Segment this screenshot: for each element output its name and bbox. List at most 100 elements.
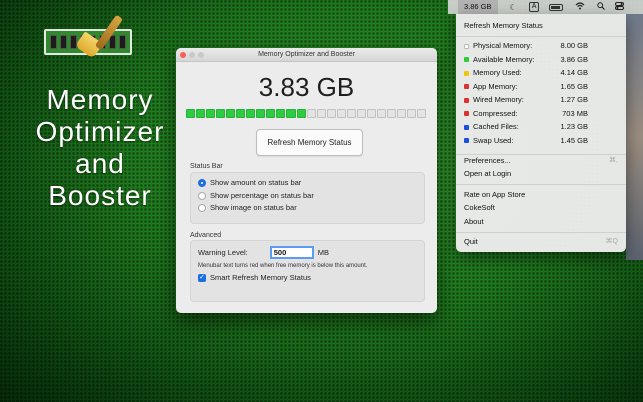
memory-value: 3.83 GB: [258, 72, 355, 102]
memory-stat-row: Cached Files: 1.23 GB: [464, 121, 588, 133]
warning-unit-label: MB: [317, 248, 329, 257]
moon-icon[interactable]: ☾: [510, 3, 517, 12]
meter-segment: [316, 109, 326, 118]
meter-segment: [346, 109, 356, 118]
warning-level-row: Warning Level: 500 MB: [198, 246, 329, 259]
memory-meter: [186, 109, 427, 118]
warning-hint: Menubar text turns red when free memory …: [198, 263, 368, 269]
menu-separator: [456, 232, 626, 233]
memory-stat-row: Wired Memory: 1.27 GB: [464, 94, 588, 106]
stat-color-swatch: [464, 70, 469, 76]
meter-segment: [296, 109, 306, 118]
warning-level-label: Warning Level:: [198, 248, 248, 257]
smart-refresh-label: Smart Refresh Memory Status: [210, 273, 311, 282]
wifi-icon[interactable]: [575, 2, 585, 12]
meter-segment: [386, 109, 396, 118]
stat-color-swatch: [464, 138, 469, 143]
meter-segment: [376, 109, 386, 118]
meter-segment: [226, 109, 236, 118]
stat-label: Available Memory:: [473, 54, 535, 64]
menu-separator: [456, 184, 626, 185]
smart-refresh-checkbox[interactable]: ✓: [198, 273, 206, 282]
menu-cokesoft-item[interactable]: CokeSoft: [464, 202, 618, 214]
promo-line: and: [75, 148, 125, 179]
stat-label: Cached Files:: [473, 122, 519, 131]
radio-show-percentage[interactable]: Show percentage on status bar: [198, 191, 314, 200]
radio-show-image[interactable]: Show image on status bar: [198, 203, 297, 212]
smart-refresh-row[interactable]: ✓ Smart Refresh Memory Status: [198, 273, 311, 282]
menu-bar: 3.86 GB ☾ A: [448, 0, 643, 14]
stat-label: Wired Memory:: [473, 95, 524, 104]
promo-headline: Memory Optimizer and Booster: [20, 84, 180, 212]
status-bar-options-box: Show amount on status bar Show percentag…: [190, 172, 425, 224]
meter-segment: [417, 109, 427, 118]
meter-segment: [216, 109, 226, 118]
battery-icon[interactable]: [549, 3, 564, 11]
menu-rate-item[interactable]: Rate on App Store: [464, 189, 618, 201]
memory-stat-row: Memory Used: 4.14 GB: [464, 67, 588, 79]
radio-button[interactable]: [198, 203, 206, 212]
memory-status-item[interactable]: 3.86 GB: [458, 0, 498, 14]
main-window: Memory Optimizer and Booster 3.83 GB Ref…: [176, 48, 437, 313]
meter-segment: [286, 109, 296, 118]
warning-level-input[interactable]: 500: [269, 246, 314, 259]
menu-about-item[interactable]: About: [464, 216, 618, 228]
minimize-button[interactable]: [189, 52, 195, 58]
stat-label: Memory Used:: [473, 68, 522, 77]
meter-segment: [356, 109, 366, 118]
stat-color-swatch: [464, 124, 469, 130]
menu-open-at-login-item[interactable]: Open at Login: [464, 168, 618, 180]
menu-refresh-item[interactable]: Refresh Memory Status: [464, 20, 618, 32]
stat-label: App Memory:: [473, 81, 518, 91]
app-logo: [44, 12, 136, 59]
preferences-shortcut: ⌘,: [609, 157, 618, 164]
meter-segment: [256, 109, 266, 118]
radio-label: Show percentage on status bar: [210, 191, 314, 200]
promo-line: Memory: [46, 84, 154, 115]
quit-shortcut: ⌘Q: [605, 238, 618, 245]
meter-segment: [246, 109, 256, 118]
meter-segment: [336, 109, 346, 118]
stat-color-swatch: [464, 57, 469, 62]
menu-preferences-item[interactable]: Preferences... ⌘,: [464, 155, 618, 167]
status-bar-section-label: Status Bar: [190, 163, 223, 170]
zoom-button[interactable]: [198, 52, 204, 58]
advanced-options-box: Warning Level: 500 MB Menubar text turns…: [190, 240, 425, 302]
radio-label: Show image on status bar: [210, 203, 297, 212]
menu-separator: [456, 36, 626, 37]
meter-segment: [306, 109, 316, 118]
stat-value: 8.00 GB: [560, 41, 588, 50]
radio-show-amount[interactable]: Show amount on status bar: [198, 178, 301, 187]
meter-segment: [186, 109, 196, 118]
control-center-icon[interactable]: [615, 2, 625, 12]
advanced-section-label: Advanced: [190, 232, 222, 239]
radio-button[interactable]: [198, 178, 206, 187]
memory-stat-row: Available Memory: 3.86 GB: [464, 54, 588, 66]
input-source-icon[interactable]: A: [528, 2, 540, 12]
stat-value: 1.23 GB: [560, 122, 588, 131]
stat-label: Swap Used:: [473, 135, 514, 145]
radio-label: Show amount on status bar: [210, 178, 302, 187]
radio-button[interactable]: [198, 191, 206, 200]
meter-segment: [366, 109, 376, 118]
quit-label: Quit: [464, 237, 478, 246]
meter-segment: [407, 109, 417, 118]
memory-stat-row: Swap Used: 1.45 GB: [464, 135, 588, 147]
stat-label: Compressed:: [473, 108, 518, 118]
spotlight-icon[interactable]: [597, 2, 606, 12]
refresh-memory-button[interactable]: Refresh Memory Status: [256, 129, 363, 156]
meter-segment: [206, 109, 216, 118]
meter-segment: [196, 109, 206, 118]
stat-value: 1.27 GB: [560, 95, 588, 104]
preferences-label: Preferences...: [464, 156, 511, 165]
menu-quit-item[interactable]: Quit ⌘Q: [464, 236, 618, 248]
close-button[interactable]: [180, 52, 186, 58]
stat-color-swatch: [464, 84, 469, 89]
meter-segment: [396, 109, 407, 118]
meter-segment: [326, 109, 336, 118]
stat-color-swatch: [464, 97, 469, 103]
stat-value: 1.65 GB: [560, 81, 588, 91]
stat-value: 4.14 GB: [560, 68, 588, 77]
promo-line: Booster: [48, 180, 152, 211]
stat-label: Physical Memory:: [473, 41, 533, 50]
